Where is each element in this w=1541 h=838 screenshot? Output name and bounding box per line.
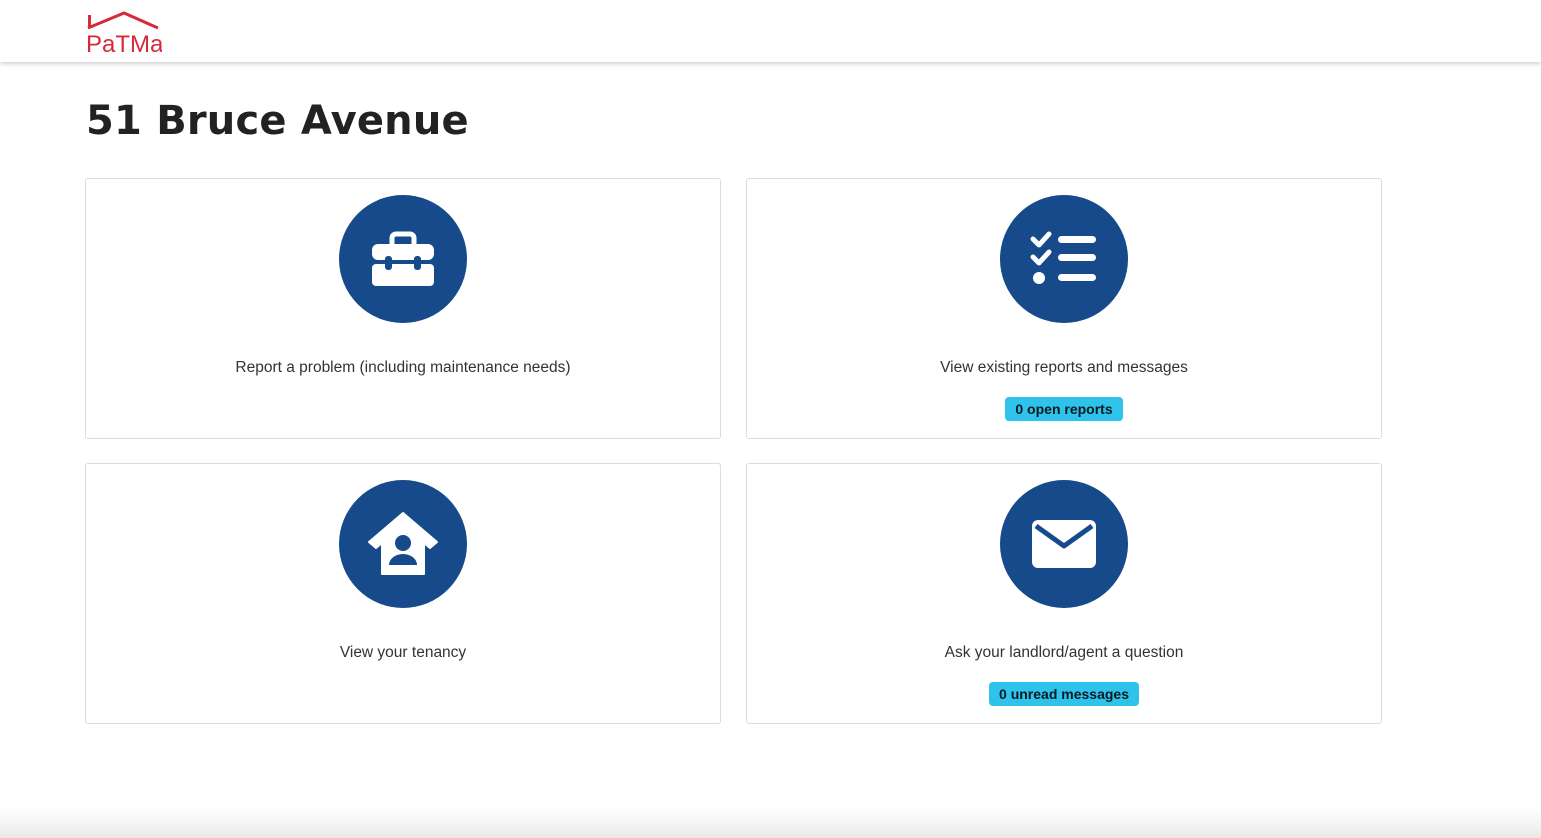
- report-problem-icon-circle: [339, 195, 467, 323]
- view-tenancy-card[interactable]: View your tenancy: [85, 463, 721, 724]
- checklist-icon: [1030, 231, 1096, 284]
- report-problem-card[interactable]: Report a problem (including maintenance …: [85, 178, 721, 439]
- toolbox-icon: [372, 231, 434, 286]
- view-reports-label: View existing reports and messages: [940, 359, 1188, 376]
- open-reports-badge: 0 open reports: [1005, 397, 1123, 421]
- view-reports-card[interactable]: View existing reports and messages 0 ope…: [746, 178, 1382, 439]
- view-reports-icon-circle: [1000, 195, 1128, 323]
- ask-question-icon-circle: [1000, 480, 1128, 608]
- house-user-icon: [368, 512, 438, 575]
- top-navigation-bar: PaTMa: [0, 0, 1541, 62]
- view-tenancy-icon-circle: [339, 480, 467, 608]
- report-problem-label: Report a problem (including maintenance …: [235, 359, 571, 376]
- patma-logo[interactable]: PaTMa: [84, 10, 162, 56]
- unread-messages-badge: 0 unread messages: [989, 682, 1139, 706]
- action-cards-grid: Report a problem (including maintenance …: [85, 178, 1382, 724]
- view-tenancy-label: View your tenancy: [339, 644, 467, 661]
- ask-question-card[interactable]: Ask your landlord/agent a question 0 unr…: [746, 463, 1382, 724]
- envelope-icon: [1032, 520, 1096, 568]
- ask-question-label: Ask your landlord/agent a question: [944, 644, 1184, 661]
- page-title: 51 Bruce Avenue: [86, 98, 469, 144]
- logo-text: PaTMa: [86, 31, 162, 56]
- footer-band: [0, 808, 1541, 838]
